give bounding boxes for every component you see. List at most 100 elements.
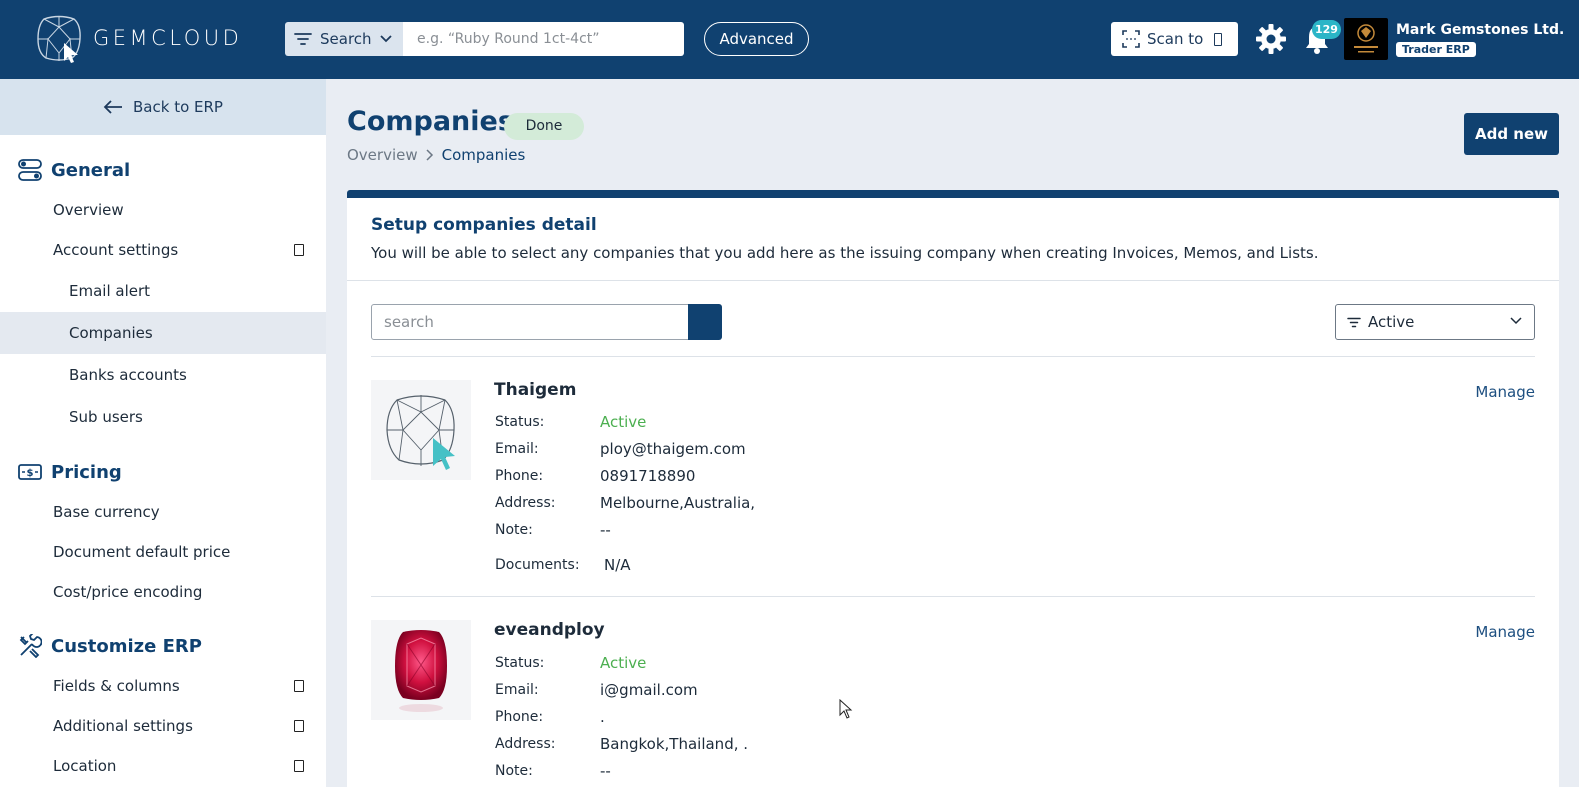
sidebar-item-label: Banks accounts <box>69 366 187 384</box>
email-value: ploy@thaigem.com <box>600 440 746 458</box>
mouse-pointer-icon <box>839 699 853 719</box>
notification-count-badge: 129 <box>1312 20 1341 39</box>
brand-name: GEMCLOUD <box>93 26 243 50</box>
account-company-name[interactable]: Mark Gemstones Ltd. <box>1396 22 1564 38</box>
filter-value: Active <box>1368 313 1415 331</box>
manage-link[interactable]: Manage <box>1475 623 1535 641</box>
sidebar-item-label: Companies <box>69 324 153 342</box>
sidebar-item-label: Cost/price encoding <box>53 583 203 601</box>
scan-label: Scan to <box>1147 30 1204 48</box>
status-value: Active <box>600 413 647 431</box>
chevron-right-icon <box>426 149 433 161</box>
breadcrumb-current: Companies <box>441 146 526 164</box>
sidebar-item-label: Document default price <box>53 543 231 561</box>
sidebar-item-document-default-price[interactable]: Document default price <box>0 532 326 572</box>
sidebar-item-base-currency[interactable]: Base currency <box>0 492 326 532</box>
company-logo-ruby-icon <box>371 620 471 720</box>
expand-icon <box>294 680 304 692</box>
account-plan-tag: Trader ERP <box>1396 42 1476 57</box>
company-logo-gemcloud-icon <box>371 380 471 480</box>
sidebar-item-label: Location <box>53 757 117 775</box>
status-label: Status: <box>495 655 545 671</box>
sidebar-item-companies[interactable]: Companies <box>0 312 326 354</box>
gemcloud-logo-icon[interactable] <box>34 13 84 63</box>
documents-value: N/A <box>604 556 631 574</box>
sidebar-item-additional-settings[interactable]: Additional settings <box>0 706 326 746</box>
search-input[interactable] <box>403 22 684 56</box>
status-label: Status: <box>495 414 545 430</box>
section-title: Pricing <box>51 461 122 483</box>
phone-value: 0891718890 <box>600 467 696 485</box>
page-title: Companies <box>347 106 514 137</box>
sidebar-item-sub-users[interactable]: Sub users <box>0 396 326 438</box>
address-label: Address: <box>495 495 556 511</box>
sidebar-item-bank-accounts[interactable]: Banks accounts <box>0 354 326 396</box>
divider <box>371 596 1535 597</box>
sidebar-section-customize-erp[interactable]: Customize ERP <box>0 626 326 666</box>
sidebar-item-label: Email alert <box>69 282 151 300</box>
note-value: -- <box>600 762 611 780</box>
sidebar-section-pricing[interactable]: $ Pricing <box>0 452 326 492</box>
email-label: Email: <box>495 682 539 698</box>
svg-text:$: $ <box>27 468 34 479</box>
section-title: General <box>51 159 131 181</box>
filter-icon <box>1347 317 1361 327</box>
chevron-down-icon <box>1510 317 1522 325</box>
note-label: Note: <box>495 522 533 538</box>
sidebar-item-fields-columns[interactable]: Fields & columns <box>0 666 326 706</box>
sidebar-item-cost-price-encoding[interactable]: Cost/price encoding <box>0 572 326 612</box>
breadcrumb-overview-link[interactable]: Overview <box>347 146 418 164</box>
company-row: Thaigem Manage Status: Active Email: plo… <box>371 366 1535 591</box>
settings-gear-icon[interactable] <box>1255 23 1287 55</box>
sidebar-item-email-alert[interactable]: Email alert <box>0 270 326 312</box>
companies-search-button[interactable] <box>688 304 722 340</box>
note-value: -- <box>600 521 611 539</box>
gemstone-crest-icon <box>1354 24 1378 53</box>
companies-search-input[interactable] <box>371 304 689 340</box>
status-value: Active <box>600 654 647 672</box>
status-filter-select[interactable]: Active <box>1335 304 1535 340</box>
settings-sidebar: Back to ERP General Overview Account set… <box>0 79 326 787</box>
breadcrumb: Overview Companies <box>347 146 525 164</box>
sidebar-item-label: Fields & columns <box>53 677 180 695</box>
sidebar-item-overview[interactable]: Overview <box>0 190 326 230</box>
top-bar: GEMCLOUD Search Advanced Scan to <box>0 0 1579 79</box>
back-to-erp-link[interactable]: Back to ERP <box>0 79 326 135</box>
status-badge: Done <box>504 113 584 140</box>
phone-label: Phone: <box>495 709 544 725</box>
sidebar-item-label: Account settings <box>53 241 179 259</box>
price-tag-icon: $ <box>18 464 42 480</box>
address-label: Address: <box>495 736 556 752</box>
search-type-dropdown[interactable]: Search <box>285 22 403 56</box>
company-name: Thaigem <box>494 380 577 400</box>
scan-to-button[interactable]: Scan to <box>1111 22 1238 56</box>
manage-link[interactable]: Manage <box>1475 383 1535 401</box>
documents-label: Documents: <box>495 557 580 573</box>
note-label: Note: <box>495 763 533 779</box>
scan-icon <box>1122 30 1140 48</box>
divider <box>371 356 1535 357</box>
divider <box>347 280 1559 281</box>
device-icon <box>1214 32 1223 46</box>
email-value: i@gmail.com <box>600 681 698 699</box>
chevron-down-icon <box>379 35 392 43</box>
sidebar-item-label: Base currency <box>53 503 160 521</box>
company-avatar[interactable] <box>1344 18 1388 60</box>
filter-icon <box>294 33 312 45</box>
sidebar-section-general[interactable]: General <box>0 150 326 190</box>
advanced-search-button[interactable]: Advanced <box>704 22 809 56</box>
expand-icon <box>294 720 304 732</box>
add-new-button[interactable]: Add new <box>1464 113 1559 155</box>
tools-icon <box>19 634 42 658</box>
toggles-icon <box>18 159 42 181</box>
global-search: Search <box>285 22 684 56</box>
company-row: eveandploy Manage Status: Active Email: … <box>371 606 1535 787</box>
phone-label: Phone: <box>495 468 544 484</box>
search-type-label: Search <box>320 30 372 48</box>
companies-card: Setup companies detail You will be able … <box>347 190 1559 787</box>
sidebar-item-label: Additional settings <box>53 717 193 735</box>
expand-icon <box>294 760 304 772</box>
card-title: Setup companies detail <box>371 215 597 235</box>
sidebar-item-location[interactable]: Location <box>0 746 326 786</box>
sidebar-item-account-settings[interactable]: Account settings <box>0 230 326 270</box>
